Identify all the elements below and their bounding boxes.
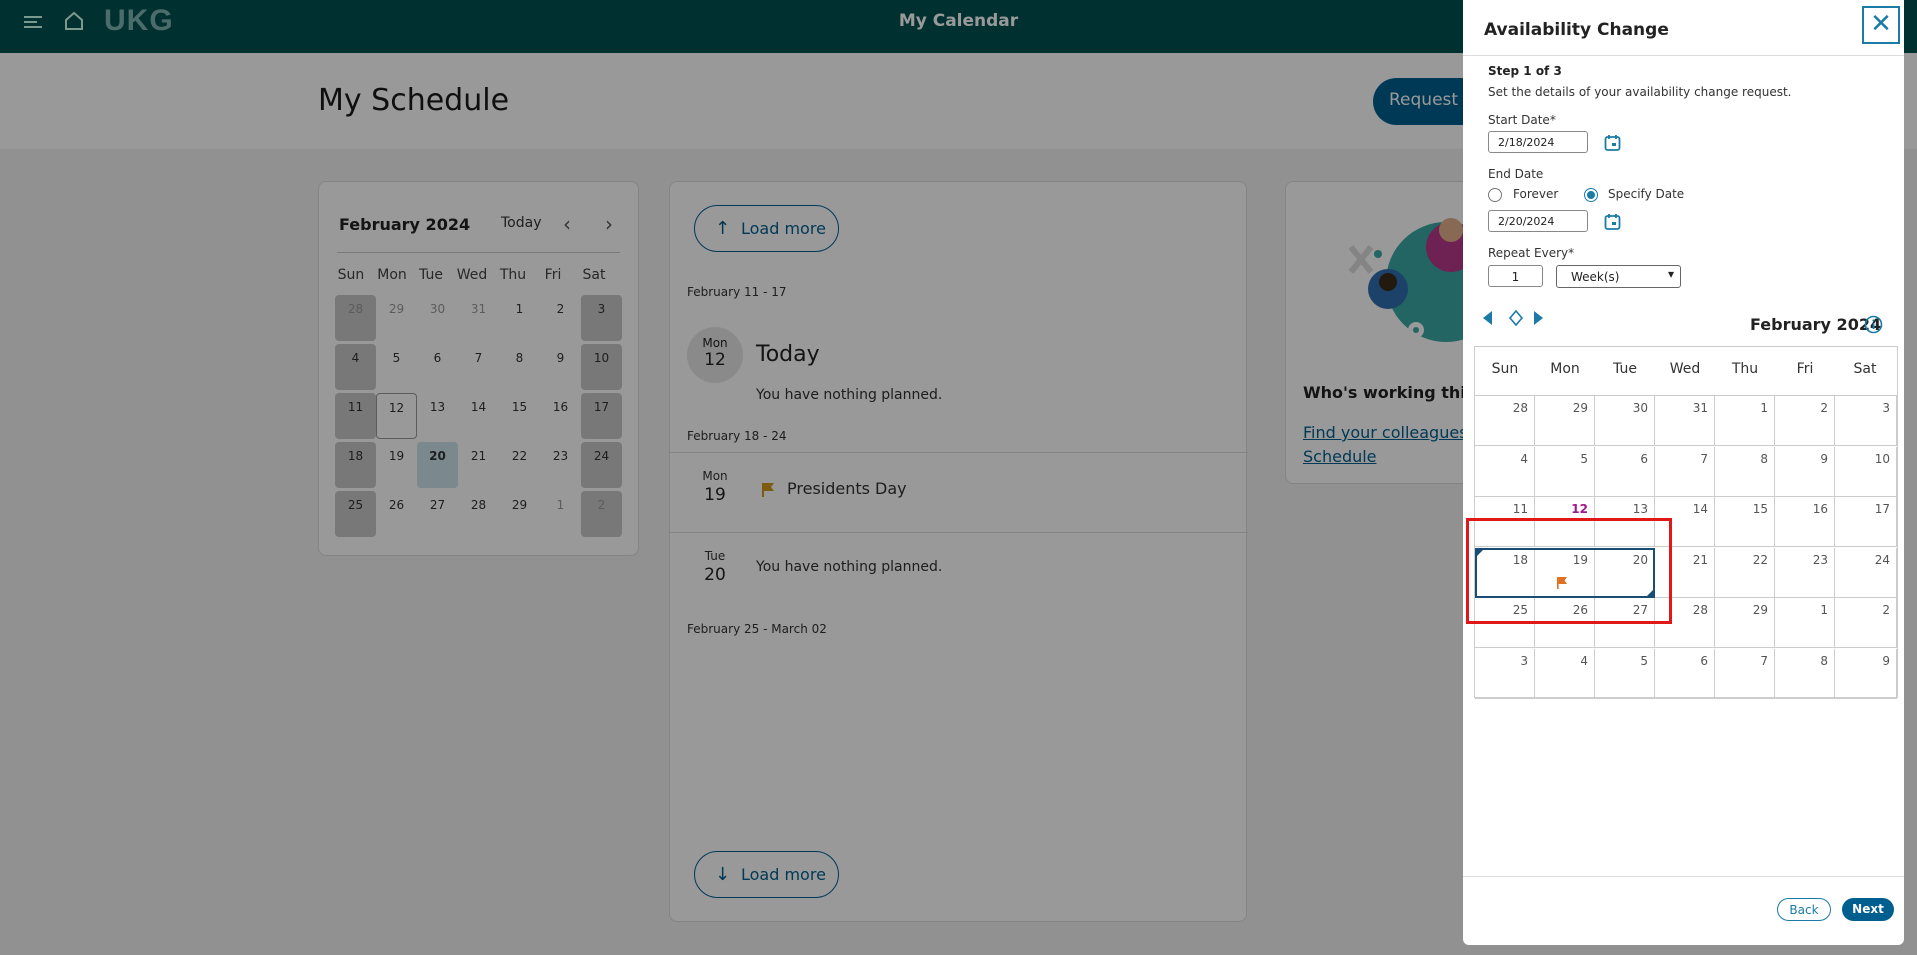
triangle-left-icon[interactable] (1481, 310, 1493, 326)
availability-change-panel: Availability Change ✕ Step 1 of 3 Set th… (1463, 0, 1904, 945)
calendar-day-cell[interactable]: 2 (1835, 598, 1897, 648)
calendar-day-cell[interactable]: 5 (1595, 648, 1655, 699)
forever-label: Forever (1513, 187, 1559, 201)
back-button[interactable]: Back (1777, 898, 1831, 921)
end-date-label: End Date (1488, 167, 1544, 181)
weekday-header: Fri (1796, 361, 1814, 377)
required-marker: * (1549, 113, 1556, 127)
start-date-label: Start Date* (1488, 113, 1556, 127)
next-button[interactable]: Next (1842, 898, 1894, 921)
calendar-day-cell[interactable]: 4 (1475, 446, 1535, 497)
calendar-day-cell[interactable]: 22 (1715, 547, 1775, 598)
calendar-icon[interactable] (1604, 134, 1621, 152)
start-date-input[interactable]: 2/18/2024 (1488, 131, 1588, 153)
calendar-day-cell[interactable]: 6 (1655, 648, 1715, 699)
weekday-header: Tue (1613, 361, 1637, 377)
repeat-unit-select[interactable]: Week(s) ▾ (1556, 265, 1681, 288)
calendar-day-cell[interactable]: 16 (1775, 497, 1835, 547)
weekday-header: Sun (1491, 361, 1519, 377)
calendar-day-cell[interactable]: 30 (1595, 396, 1655, 446)
triangle-right-icon[interactable] (1533, 310, 1545, 326)
calendar-day-cell[interactable]: 7 (1655, 446, 1715, 497)
calendar-icon[interactable] (1604, 213, 1621, 231)
start-date-label-text: Start Date (1488, 113, 1550, 127)
weekday-header: Wed (1669, 361, 1701, 377)
panel-title: Availability Change (1484, 20, 1669, 40)
calendar-day-cell[interactable]: 7 (1715, 648, 1775, 699)
calendar-day-cell[interactable]: 9 (1775, 446, 1835, 497)
info-icon[interactable] (1864, 315, 1883, 334)
close-icon[interactable]: ✕ (1862, 6, 1900, 44)
calendar-day-cell[interactable]: 1 (1715, 396, 1775, 446)
calendar-day-cell[interactable]: 23 (1775, 547, 1835, 598)
repeat-count-input[interactable]: 1 (1488, 265, 1543, 287)
specify-date-radio[interactable] (1584, 188, 1598, 202)
divider (1463, 55, 1904, 56)
calendar-day-cell[interactable]: 4 (1535, 648, 1595, 699)
annotation-highlight-box (1466, 518, 1672, 624)
calendar-day-cell[interactable]: 3 (1835, 396, 1897, 446)
forever-radio[interactable] (1488, 188, 1502, 202)
calendar-day-cell[interactable]: 5 (1535, 446, 1595, 497)
calendar-day-cell[interactable]: 10 (1835, 446, 1897, 497)
calendar-day-cell[interactable]: 6 (1595, 446, 1655, 497)
chevron-down-icon: ▾ (1667, 267, 1674, 281)
calendar-day-cell[interactable]: 3 (1475, 648, 1535, 699)
calendar-day-cell[interactable]: 31 (1655, 396, 1715, 446)
calendar-day-cell[interactable]: 24 (1835, 547, 1897, 598)
calendar-month-label: February 2024 (1750, 315, 1882, 334)
weekday-header: Mon (1550, 361, 1580, 377)
required-marker: * (1568, 246, 1575, 260)
step-indicator: Step 1 of 3 (1488, 64, 1562, 78)
specify-date-label: Specify Date (1608, 187, 1685, 201)
weekday-header: Thu (1731, 361, 1759, 377)
calendar-day-cell[interactable]: 29 (1535, 396, 1595, 446)
calendar-day-cell[interactable]: 15 (1715, 497, 1775, 547)
repeat-every-label: Repeat Every* (1488, 246, 1574, 260)
divider (1463, 876, 1904, 877)
repeat-unit-value: Week(s) (1571, 270, 1620, 284)
calendar-day-cell[interactable]: 28 (1475, 396, 1535, 446)
calendar-day-cell[interactable]: 17 (1835, 497, 1897, 547)
calendar-day-cell[interactable]: 8 (1715, 446, 1775, 497)
end-date-input[interactable]: 2/20/2024 (1488, 210, 1588, 232)
calendar-day-cell[interactable]: 9 (1835, 648, 1897, 699)
repeat-every-label-text: Repeat Every (1488, 246, 1569, 260)
weekday-header: Sat (1853, 361, 1877, 377)
calendar-day-cell[interactable]: 29 (1715, 598, 1775, 648)
calendar-day-cell[interactable]: 2 (1775, 396, 1835, 446)
step-description: Set the details of your availability cha… (1488, 85, 1792, 99)
diamond-icon[interactable] (1508, 309, 1524, 327)
calendar-day-cell[interactable]: 1 (1775, 598, 1835, 648)
calendar-day-cell[interactable]: 8 (1775, 648, 1835, 699)
